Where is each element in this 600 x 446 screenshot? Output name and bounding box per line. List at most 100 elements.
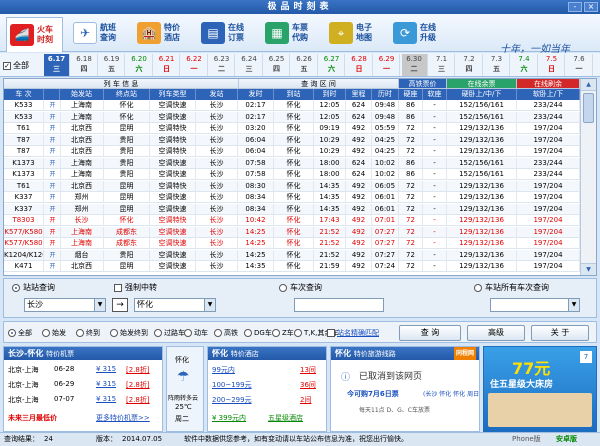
query-button[interactable]: 查 询: [399, 325, 461, 341]
date-tab[interactable]: 7.6 一: [567, 54, 593, 76]
date-tab[interactable]: 6.19 五: [99, 54, 125, 76]
transfer-checkbox[interactable]: 强制中转: [114, 282, 157, 293]
scroll-thumb[interactable]: [583, 93, 594, 123]
column-header[interactable]: 历时: [372, 89, 399, 100]
toolbar-map[interactable]: ⌖ 电子地图: [326, 17, 383, 49]
filter-option[interactable]: 全部: [8, 328, 32, 338]
date-tab[interactable]: 6.21 日: [154, 54, 180, 76]
flight-price-link[interactable]: ¥ 315: [96, 395, 116, 403]
date-tab[interactable]: 7.3 五: [484, 54, 510, 76]
flight-discount[interactable]: [2.8折]: [126, 365, 150, 375]
flight-discount[interactable]: [2.8折]: [126, 380, 150, 390]
column-header[interactable]: 软座: [423, 89, 447, 100]
station-query-radio[interactable]: 站站查询: [12, 282, 55, 293]
date-tab[interactable]: 7.5 日: [539, 54, 565, 76]
table-row[interactable]: T87 开北京西 贵阳 空调特快 长沙 06:04 怀化 10:29 492 04:25 72-12…: [4, 134, 580, 146]
table-row[interactable]: K533 开上海南 怀化 空调快速 长沙 02:17 怀化 12:05 624 09:48 86-1…: [4, 111, 580, 123]
to-station-select[interactable]: 怀化 ▼: [134, 298, 216, 312]
table-row[interactable]: K577/K580 开上海南 成都东 空调快速 长沙 14:25 怀化 21:52 492 07:…: [4, 226, 580, 238]
scroll-down-icon[interactable]: ▼: [581, 263, 596, 275]
flight-price-link[interactable]: ¥ 315: [96, 380, 116, 388]
date-tab[interactable]: 6.24 三: [237, 54, 263, 76]
table-row[interactable]: K577/K580 开上海南 成都东 空调快速 长沙 14:25 怀化 21:52 492 07:…: [4, 238, 580, 249]
date-tab[interactable]: 6.26 五: [292, 54, 318, 76]
column-header[interactable]: 到站: [274, 89, 314, 100]
android-version-link[interactable]: 安卓版: [556, 433, 577, 446]
all-dates-checkbox[interactable]: ✓ 全部: [3, 60, 29, 71]
train-number-input[interactable]: [294, 298, 384, 312]
scroll-up-icon[interactable]: ▲: [581, 79, 596, 91]
filter-option[interactable]: 高铁: [214, 328, 238, 338]
five-star-link[interactable]: 五星级酒店: [268, 413, 303, 423]
date-tab[interactable]: 7.1 三: [429, 54, 455, 76]
column-header[interactable]: 终点站: [104, 89, 150, 100]
filter-option[interactable]: 始发: [42, 328, 66, 338]
column-header[interactable]: 发时: [238, 89, 274, 100]
column-header[interactable]: 列车类型: [150, 89, 196, 100]
hotel-count[interactable]: 2间: [300, 395, 311, 405]
column-header[interactable]: 车 次: [4, 89, 44, 100]
toolbar-train-schedule[interactable]: 🚄 火车时刻: [6, 17, 63, 52]
date-tab[interactable]: 6.17 三: [44, 54, 70, 76]
filter-option[interactable]: 过路车: [154, 328, 185, 338]
minimize-button[interactable]: -: [568, 2, 582, 12]
toolbar-ticket-agent[interactable]: ▦ 车票代购: [262, 17, 319, 49]
column-header[interactable]: 软卧上/下: [517, 89, 580, 100]
date-tab[interactable]: 6.25 四: [264, 54, 290, 76]
hotel-budget-link[interactable]: ¥ 399元内: [212, 413, 246, 423]
station-select[interactable]: ▼: [490, 298, 580, 312]
date-tab[interactable]: 6.23 二: [209, 54, 235, 76]
table-row[interactable]: T61 开北京西 昆明 空调特快 长沙 03:20 怀化 09:19 492 05:59 72-12…: [4, 123, 580, 134]
table-row[interactable]: K337 开郑州 昆明 空调快速 长沙 08:34 怀化 14:35 492 06:01 72-12…: [4, 203, 580, 215]
filter-option[interactable]: 终到: [76, 328, 100, 338]
exact-match-checkbox[interactable]: 站名精确匹配: [327, 328, 379, 338]
toolbar-online-booking[interactable]: ▤ 在线订票: [198, 17, 255, 49]
table-row[interactable]: K533 开上海南 怀化 空调快速 长沙 02:17 怀化 12:05 624 09:48 86-1…: [4, 100, 580, 111]
table-row[interactable]: T61 开北京西 昆明 空调特快 长沙 08:30 怀化 14:35 492 06:05 72-12…: [4, 180, 580, 192]
date-tab[interactable]: 6.30 二: [401, 54, 428, 76]
toolbar-hotel[interactable]: 🏨 特价酒店: [134, 17, 191, 49]
column-header[interactable]: 到时: [314, 89, 346, 100]
filter-option[interactable]: 始发终到: [110, 328, 148, 338]
date-tab[interactable]: 6.27 六: [319, 54, 345, 76]
column-header[interactable]: 硬卧上/中/下: [447, 89, 517, 100]
date-tab[interactable]: 6.18 四: [72, 54, 98, 76]
close-button[interactable]: ×: [584, 2, 598, 12]
hotel-count[interactable]: 13间: [300, 365, 316, 375]
column-header[interactable]: 硬座: [399, 89, 423, 100]
date-tab[interactable]: 6.22 一: [182, 54, 208, 76]
table-row[interactable]: K1373 开上海南 贵阳 空调快速 长沙 07:58 怀化 18:00 624 10:02 86-…: [4, 169, 580, 180]
table-row[interactable]: T87 开北京西 贵阳 空调特快 长沙 06:04 怀化 10:29 492 04:25 72-12…: [4, 146, 580, 157]
date-tab[interactable]: 6.20 六: [127, 54, 153, 76]
filter-option[interactable]: 动车: [184, 328, 208, 338]
train-query-radio[interactable]: 车次查询: [279, 282, 322, 293]
hotel-price-link[interactable]: 100~199元: [212, 380, 252, 390]
hotel-ad-banner[interactable]: 77元 住五星级大床房 7: [483, 346, 597, 432]
date-tab[interactable]: 7.4 六: [512, 54, 538, 76]
filter-option[interactable]: Z车: [272, 328, 294, 338]
toolbar-upgrade[interactable]: ⟳ 在线升级: [390, 17, 447, 49]
column-header[interactable]: 始发站: [60, 89, 104, 100]
station-all-radio[interactable]: 车站所有车次查询: [474, 282, 549, 293]
flight-price-link[interactable]: ¥ 315: [96, 365, 116, 373]
swap-stations-button[interactable]: →: [112, 298, 128, 312]
table-row[interactable]: K1204/K1205开烟台贵阳空调快速长沙14:25怀化21:5249207:…: [4, 249, 580, 261]
phone-version-link[interactable]: Phone版: [512, 433, 541, 446]
from-station-select[interactable]: 长沙 ▼: [24, 298, 106, 312]
hotel-count[interactable]: 36间: [300, 380, 316, 390]
table-row[interactable]: T8303 开长沙 怀化 空调特快 长沙 10:42 怀化 17:43 492 07:01 72-1…: [4, 215, 580, 226]
hotel-price-link[interactable]: 200~299元: [212, 395, 252, 405]
about-button[interactable]: 关 于: [531, 325, 589, 341]
advanced-button[interactable]: 高级: [467, 325, 525, 341]
filter-option[interactable]: DG车: [244, 328, 272, 338]
table-row[interactable]: K1373 开上海南 贵阳 空调快速 长沙 07:58 怀化 18:00 624 10:02 86-…: [4, 157, 580, 169]
column-header[interactable]: [44, 89, 60, 100]
flight-discount[interactable]: [2.8折]: [126, 395, 150, 405]
lowest-price-link[interactable]: 未来三月最低价: [8, 413, 57, 423]
more-flights-link[interactable]: 更多特价机票>>: [96, 413, 150, 423]
date-tab[interactable]: 6.28 日: [347, 54, 373, 76]
column-header[interactable]: 里程: [346, 89, 372, 100]
table-scrollbar[interactable]: ▲ ▼: [580, 79, 596, 275]
hotel-price-link[interactable]: 99元内: [212, 365, 235, 375]
table-row[interactable]: K471 开北京西 昆明 空调快速 长沙 14:35 怀化 21:59 492 07:24 72-1…: [4, 261, 580, 272]
